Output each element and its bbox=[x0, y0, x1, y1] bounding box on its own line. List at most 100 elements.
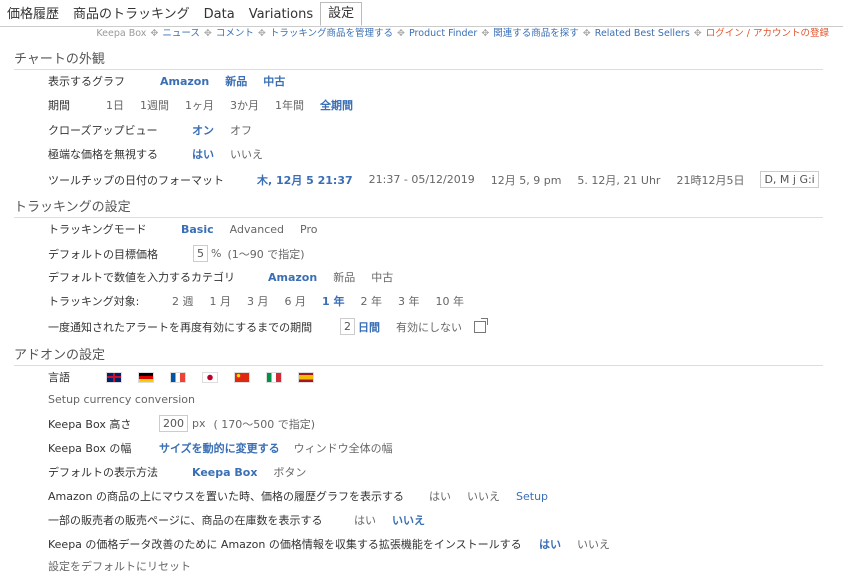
cn-flag-icon[interactable] bbox=[234, 371, 250, 383]
tab-variations[interactable]: Variations bbox=[242, 4, 320, 26]
duration-label: トラッキング対象: bbox=[48, 295, 140, 308]
category-new[interactable]: 新品 bbox=[333, 269, 355, 285]
mode-advanced[interactable]: Advanced bbox=[230, 223, 284, 236]
realert-never[interactable]: 有効にしない bbox=[396, 319, 462, 335]
box-height-input[interactable]: 200 bbox=[159, 415, 188, 432]
row-graph: 表示するグラフ Amazon 新品 中古 bbox=[48, 73, 301, 89]
duration-1m[interactable]: 1 月 bbox=[210, 293, 232, 309]
hover-no[interactable]: いいえ bbox=[467, 488, 500, 504]
category-used[interactable]: 中古 bbox=[371, 269, 393, 285]
row-tracking-mode: トラッキングモード Basic Advanced Pro bbox=[48, 221, 333, 237]
target-hint: (1〜90 で指定) bbox=[227, 247, 305, 261]
realert-unit: 日間 bbox=[358, 320, 380, 334]
nav-login[interactable]: ログイン / アカウントの登録 bbox=[706, 28, 829, 39]
graph-label: 表示するグラフ bbox=[48, 75, 125, 88]
extreme-no[interactable]: いいえ bbox=[230, 146, 263, 162]
extreme-label: 極端な価格を無視する bbox=[48, 148, 158, 161]
nav-separator-icon: ✥ bbox=[150, 28, 159, 39]
width-label: Keepa Box の幅 bbox=[48, 442, 132, 455]
tab-bar: 価格履歴 商品のトラッキング Data Variations 設定 bbox=[0, 2, 363, 26]
nav-product-finder[interactable]: Product Finder bbox=[409, 28, 477, 39]
category-amazon[interactable]: Amazon bbox=[268, 271, 317, 284]
tab-data[interactable]: Data bbox=[197, 4, 242, 26]
stock-yes[interactable]: はい bbox=[354, 512, 376, 528]
collect-no[interactable]: いいえ bbox=[577, 536, 610, 552]
collect-yes[interactable]: はい bbox=[539, 536, 561, 552]
section-tracking-settings: トラッキングの設定 bbox=[14, 196, 823, 218]
tooltip-option-4[interactable]: 5. 12月, 21 Uhr bbox=[577, 172, 660, 188]
nav-keepa-box[interactable]: Keepa Box bbox=[96, 28, 146, 39]
tab-settings[interactable]: 設定 bbox=[320, 2, 363, 26]
period-option-1m[interactable]: 1ヶ月 bbox=[185, 97, 214, 113]
graph-option-used[interactable]: 中古 bbox=[263, 73, 285, 89]
mode-pro[interactable]: Pro bbox=[300, 223, 317, 236]
row-tooltip-format: ツールチップの日付のフォーマット 木, 12月 5 21:37 21:37 - … bbox=[48, 171, 819, 188]
nav-news[interactable]: ニュース bbox=[162, 28, 200, 39]
height-unit: px bbox=[192, 417, 206, 430]
closeup-off[interactable]: オフ bbox=[230, 122, 252, 138]
period-option-3m[interactable]: 3か月 bbox=[230, 97, 259, 113]
closeup-on[interactable]: オン bbox=[192, 122, 214, 138]
category-label: デフォルトで数値を入力するカテゴリ bbox=[48, 271, 235, 284]
tooltip-option-2[interactable]: 21:37 - 05/12/2019 bbox=[369, 173, 475, 186]
tooltip-label: ツールチップの日付のフォーマット bbox=[48, 173, 224, 187]
realert-input[interactable]: 2 bbox=[340, 318, 355, 335]
display-keepa-box[interactable]: Keepa Box bbox=[192, 466, 257, 479]
graph-option-new[interactable]: 新品 bbox=[225, 73, 247, 89]
tooltip-custom-input[interactable]: D, M j G:i bbox=[760, 171, 819, 188]
stock-label: 一部の販売者の販売ページに、商品の在庫数を表示する bbox=[48, 514, 323, 527]
jp-flag-icon[interactable] bbox=[202, 371, 218, 383]
target-price-input[interactable]: 5 bbox=[193, 245, 208, 262]
language-label: 言語 bbox=[48, 371, 70, 384]
row-default-category: デフォルトで数値を入力するカテゴリ Amazon 新品 中古 bbox=[48, 269, 409, 285]
tab-product-tracking[interactable]: 商品のトラッキング bbox=[66, 4, 197, 26]
gb-flag-icon[interactable] bbox=[106, 371, 122, 383]
row-closeup: クローズアップビュー オン オフ bbox=[48, 122, 268, 138]
period-option-all[interactable]: 全期間 bbox=[320, 97, 353, 113]
tooltip-option-1[interactable]: 木, 12月 5 21:37 bbox=[257, 172, 353, 188]
tooltip-option-3[interactable]: 12月 5, 9 pm bbox=[491, 172, 562, 188]
period-option-1w[interactable]: 1週間 bbox=[140, 97, 169, 113]
display-button[interactable]: ボタン bbox=[273, 464, 306, 480]
duration-3y[interactable]: 3 年 bbox=[398, 293, 420, 309]
tab-price-history[interactable]: 価格履歴 bbox=[0, 4, 66, 26]
graph-option-amazon[interactable]: Amazon bbox=[160, 75, 209, 88]
period-option-1d[interactable]: 1日 bbox=[106, 97, 124, 113]
nav-manage-tracking[interactable]: トラッキング商品を管理する bbox=[270, 28, 393, 39]
duration-2y[interactable]: 2 年 bbox=[360, 293, 382, 309]
extreme-yes[interactable]: はい bbox=[192, 146, 214, 162]
row-tracking-duration: トラッキング対象: 2 週 1 月 3 月 6 月 1 年 2 年 3 年 10… bbox=[48, 293, 480, 309]
duration-6m[interactable]: 6 月 bbox=[285, 293, 307, 309]
target-label: デフォルトの目標価格 bbox=[48, 247, 158, 261]
nav-separator-icon: ✥ bbox=[397, 28, 405, 39]
height-label: Keepa Box 高さ bbox=[48, 417, 132, 431]
currency-conversion-link[interactable]: Setup currency conversion bbox=[48, 393, 195, 406]
duration-2w[interactable]: 2 週 bbox=[172, 293, 194, 309]
period-option-1y[interactable]: 1年間 bbox=[275, 97, 304, 113]
width-dynamic[interactable]: サイズを動的に変更する bbox=[159, 440, 280, 456]
mode-basic[interactable]: Basic bbox=[181, 223, 214, 236]
nav-related-products[interactable]: 関連する商品を探す bbox=[493, 28, 579, 39]
nav-comments[interactable]: コメント bbox=[216, 28, 254, 39]
row-realert: 一度通知されたアラートを再度有効にするまでの期間 2 日間 有効にしない bbox=[48, 317, 488, 335]
nav-related-best-sellers[interactable]: Related Best Sellers bbox=[595, 28, 690, 39]
collect-label: Keepa の価格データ改善のために Amazon の価格情報を収集する拡張機能… bbox=[48, 538, 522, 551]
duration-3m[interactable]: 3 月 bbox=[247, 293, 269, 309]
fr-flag-icon[interactable] bbox=[170, 371, 186, 383]
hover-setup-link[interactable]: Setup bbox=[516, 490, 548, 503]
reset-defaults-link[interactable]: 設定をデフォルトにリセット bbox=[48, 558, 191, 574]
es-flag-icon[interactable] bbox=[298, 371, 314, 383]
mode-label: トラッキングモード bbox=[48, 223, 147, 236]
section-addon-settings: アドオンの設定 bbox=[14, 344, 823, 366]
row-box-height: Keepa Box 高さ 200 px ( 170〜500 で指定) bbox=[48, 415, 315, 432]
it-flag-icon[interactable] bbox=[266, 371, 282, 383]
tooltip-option-5[interactable]: 21時12月5日 bbox=[676, 172, 744, 188]
duration-10y[interactable]: 10 年 bbox=[435, 293, 464, 309]
de-flag-icon[interactable] bbox=[138, 371, 154, 383]
hover-yes[interactable]: はい bbox=[429, 488, 451, 504]
width-full[interactable]: ウィンドウ全体の幅 bbox=[294, 440, 393, 456]
external-link-icon[interactable] bbox=[474, 317, 488, 333]
duration-1y[interactable]: 1 年 bbox=[322, 293, 344, 309]
row-collect-prices: Keepa の価格データ改善のために Amazon の価格情報を収集する拡張機能… bbox=[48, 536, 626, 552]
stock-no[interactable]: いいえ bbox=[392, 512, 425, 528]
